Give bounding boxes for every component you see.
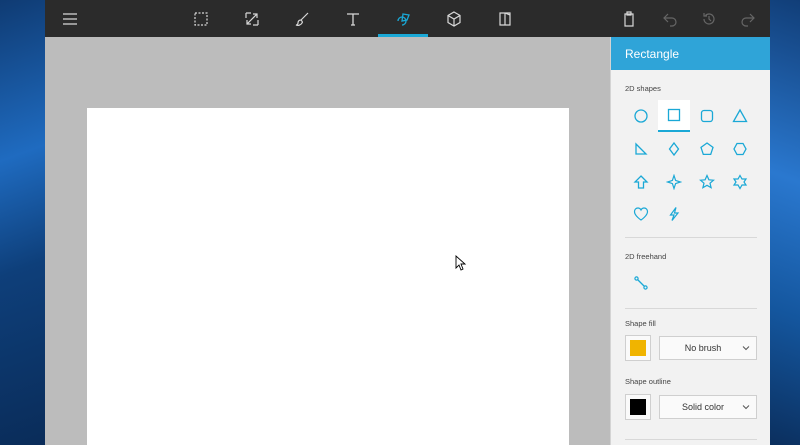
paint-3d-window: Rectangle 2D shapes 2D freehand Shape fi… [45, 0, 770, 445]
shape-outline-label: Shape outline [625, 377, 671, 386]
five-point-star-shape-button[interactable] [691, 167, 723, 197]
3d-shapes-tool-button[interactable] [434, 0, 474, 37]
history-button[interactable] [689, 0, 729, 37]
rectangle-shape-button[interactable] [658, 100, 690, 132]
text-icon [347, 12, 359, 26]
shape-fill-dropdown[interactable]: No brush [659, 336, 757, 360]
2d-shapes-label: 2D shapes [625, 84, 661, 93]
four-point-star-shape-button[interactable] [658, 167, 690, 197]
2d-shapes-icon [397, 12, 410, 26]
triangle-icon [732, 108, 748, 123]
history-icon [703, 12, 715, 25]
heart-shape-button[interactable] [625, 199, 657, 229]
menu-button[interactable] [50, 0, 90, 37]
fill-color-chip [630, 340, 646, 356]
mouse-pointer-icon [455, 255, 467, 271]
redo-button[interactable] [728, 0, 768, 37]
hamburger-menu-icon [63, 12, 77, 25]
chevron-down-icon [736, 344, 756, 352]
select-icon [194, 11, 208, 26]
brush-icon [295, 12, 309, 26]
freehand-line-button[interactable] [625, 268, 657, 298]
circle-icon [634, 109, 648, 123]
crop-resize-icon [245, 11, 259, 26]
top-toolbar [45, 0, 770, 37]
section-divider [625, 308, 757, 309]
section-divider [625, 439, 757, 440]
rounded-square-icon [700, 109, 714, 123]
desktop-background-left [0, 0, 45, 445]
five-point-star-icon [699, 174, 715, 189]
four-point-star-icon [666, 174, 682, 190]
six-point-star-icon [732, 174, 748, 190]
crop-tool-button[interactable] [232, 0, 272, 37]
section-divider [625, 237, 757, 238]
pentagon-icon [700, 142, 714, 156]
square-icon [667, 108, 681, 122]
pentagon-shape-button[interactable] [691, 134, 723, 164]
right-triangle-icon [635, 142, 648, 155]
circle-shape-button[interactable] [625, 101, 657, 131]
shape-fill-label: Shape fill [625, 319, 656, 328]
canvas-area [45, 37, 610, 445]
lightning-bolt-shape-button[interactable] [658, 199, 690, 229]
six-point-star-shape-button[interactable] [724, 167, 756, 197]
triangle-shape-button[interactable] [724, 101, 756, 131]
desktop-background-right [770, 0, 800, 445]
shape-outline-value: Solid color [681, 402, 725, 412]
shape-fill-value: No brush [684, 343, 722, 353]
3d-cube-icon [447, 10, 461, 27]
chevron-down-icon [736, 403, 756, 411]
right-triangle-shape-button[interactable] [625, 134, 657, 164]
shape-outline-color-swatch[interactable] [625, 394, 651, 420]
shape-fill-color-swatch[interactable] [625, 335, 651, 361]
outline-color-chip [630, 399, 646, 415]
panel-title: Rectangle [611, 37, 770, 70]
text-tool-button[interactable] [333, 0, 373, 37]
drawing-canvas[interactable] [87, 108, 569, 445]
stickers-icon [499, 11, 511, 26]
line-segment-icon [634, 276, 648, 290]
shapes-side-panel: Rectangle 2D shapes 2D freehand Shape fi… [610, 37, 770, 445]
select-tool-button[interactable] [181, 0, 221, 37]
arrow-up-shape-button[interactable] [625, 167, 657, 197]
rounded-rectangle-shape-button[interactable] [691, 101, 723, 131]
undo-button[interactable] [650, 0, 690, 37]
stickers-tool-button[interactable] [485, 0, 525, 37]
arrow-up-icon [633, 175, 649, 189]
shape-outline-dropdown[interactable]: Solid color [659, 395, 757, 419]
heart-icon [633, 207, 649, 221]
brushes-tool-button[interactable] [282, 0, 322, 37]
paste-button[interactable] [609, 0, 649, 37]
hexagon-icon [733, 142, 747, 156]
clipboard-icon [624, 10, 634, 27]
hexagon-shape-button[interactable] [724, 134, 756, 164]
lightning-bolt-icon [669, 207, 680, 221]
2d-freehand-label: 2D freehand [625, 252, 667, 261]
redo-icon [741, 13, 755, 27]
2d-shapes-tool-button[interactable] [378, 0, 428, 37]
undo-icon [663, 13, 677, 27]
diamond-shape-button[interactable] [658, 134, 690, 164]
diamond-icon [668, 141, 680, 157]
